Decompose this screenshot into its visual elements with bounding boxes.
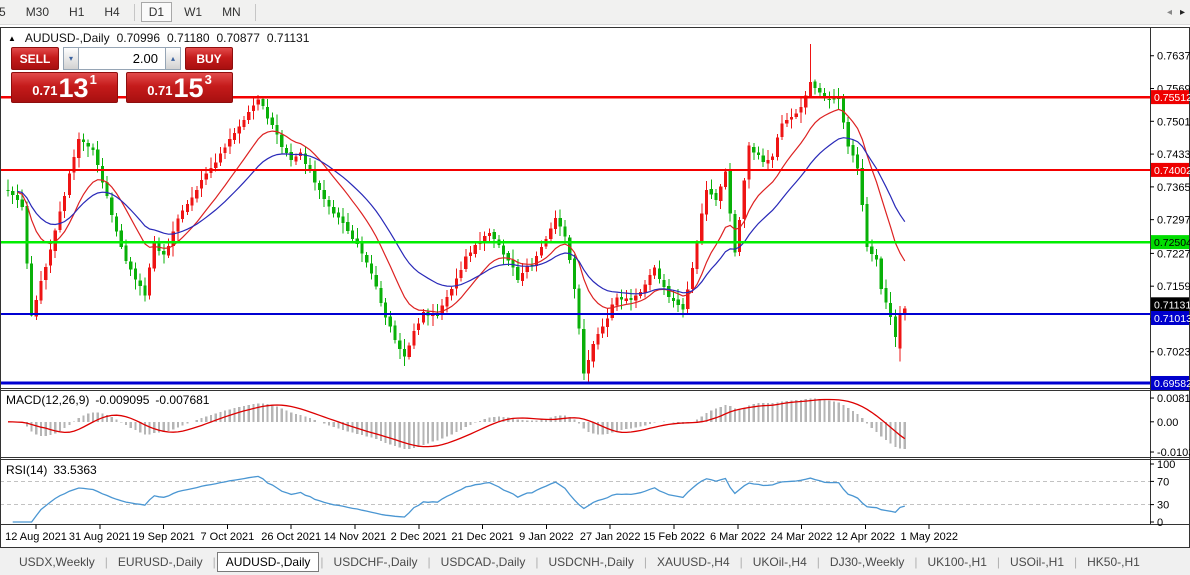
volume-increase-button[interactable]: ▴ <box>165 47 181 70</box>
svg-text:0.71131: 0.71131 <box>1154 299 1190 311</box>
tab-uk100-h1[interactable]: UK100-,H1 <box>919 552 996 572</box>
sell-price-prefix: 0.71 <box>32 83 58 98</box>
svg-text:12 Apr 2022: 12 Apr 2022 <box>836 531 895 543</box>
svg-text:15 Feb 2022: 15 Feb 2022 <box>643 531 705 543</box>
volume-input[interactable] <box>79 47 165 70</box>
sell-price-pip: 1 <box>89 72 97 87</box>
svg-text:21 Dec 2021: 21 Dec 2021 <box>451 531 513 543</box>
svg-text:0.69582: 0.69582 <box>1154 378 1190 390</box>
svg-text:24 Mar 2022: 24 Mar 2022 <box>771 531 833 543</box>
sell-button[interactable]: SELL <box>11 47 59 70</box>
tab-hk50-h1[interactable]: HK50-,H1 <box>1078 552 1149 572</box>
svg-text:30: 30 <box>1157 500 1169 512</box>
svg-text:14 Nov 2021: 14 Nov 2021 <box>324 531 386 543</box>
svg-text:0.72970: 0.72970 <box>1157 215 1190 227</box>
svg-text:0.71590: 0.71590 <box>1157 281 1190 293</box>
svg-text:27 Jan 2022: 27 Jan 2022 <box>580 531 641 543</box>
svg-text:12 Aug 2021: 12 Aug 2021 <box>5 531 67 543</box>
rsi-value: 33.5363 <box>53 463 97 477</box>
tab-scroll-controls: ◂ ▸ <box>1167 7 1185 18</box>
svg-text:31 Aug 2021: 31 Aug 2021 <box>69 531 131 543</box>
tab-xauusd-h4[interactable]: XAUUSD-,H4 <box>648 552 739 572</box>
buy-price-box[interactable]: 0.71 15 3 <box>126 72 233 103</box>
rsi-label: RSI(14) 33.5363 <box>6 463 97 477</box>
tab-scroll-right-icon[interactable]: ▸ <box>1180 7 1185 18</box>
svg-text:0.00: 0.00 <box>1157 417 1178 429</box>
buy-price-prefix: 0.71 <box>147 83 173 98</box>
tab-usdx-weekly[interactable]: USDX,Weekly <box>10 552 104 572</box>
svg-text:0.76370: 0.76370 <box>1157 51 1190 63</box>
buy-price-pip: 3 <box>204 72 212 87</box>
svg-text:0.75010: 0.75010 <box>1157 116 1190 128</box>
chart-symbol-label: AUDUSD-,Daily <box>24 31 110 45</box>
buy-button[interactable]: BUY <box>185 47 233 70</box>
svg-text:-0.01031: -0.01031 <box>1157 447 1190 459</box>
svg-text:0.74002: 0.74002 <box>1154 165 1190 177</box>
tab-audusd-daily[interactable]: AUDUSD-,Daily <box>216 551 320 572</box>
svg-text:0.72504: 0.72504 <box>1154 237 1190 249</box>
macd-label: MACD(12,26,9) -0.009095 -0.007681 <box>6 393 209 407</box>
ohlc-close: 0.71131 <box>266 31 310 45</box>
macd-name: MACD(12,26,9) <box>6 393 90 407</box>
svg-text:2 Dec 2021: 2 Dec 2021 <box>391 531 447 543</box>
tab-ukoil-h4[interactable]: UKOil-,H4 <box>744 552 816 572</box>
svg-text:9 Jan 2022: 9 Jan 2022 <box>519 531 573 543</box>
symbol-tabbar: USDX,Weekly | EURUSD-,Daily | AUDUSD-,Daily |… <box>0 548 1190 575</box>
one-click-trade-panel: SELL ▾ ▴ BUY 0.71 13 1 0.71 15 3 <box>11 47 233 103</box>
svg-text:6 Mar 2022: 6 Mar 2022 <box>710 531 766 543</box>
svg-text:0.72270: 0.72270 <box>1157 248 1190 260</box>
svg-text:0.70230: 0.70230 <box>1157 347 1190 359</box>
volume-decrease-button[interactable]: ▾ <box>63 47 79 70</box>
ohlc-low: 0.70877 <box>216 31 260 45</box>
collapse-arrow-icon[interactable]: ▲ <box>8 34 16 43</box>
buy-price-main: 15 <box>173 73 204 103</box>
svg-text:0.73650: 0.73650 <box>1157 182 1190 194</box>
ohlc-high: 0.71180 <box>167 31 210 45</box>
svg-text:0: 0 <box>1157 517 1163 529</box>
svg-text:100: 100 <box>1157 459 1175 471</box>
svg-text:0.71013: 0.71013 <box>1154 313 1190 325</box>
tab-scroll-left-icon[interactable]: ◂ <box>1167 7 1172 18</box>
tab-usoil-h1[interactable]: USOil-,H1 <box>1001 552 1073 572</box>
svg-text:26 Oct 2021: 26 Oct 2021 <box>261 531 321 543</box>
svg-text:19 Sep 2021: 19 Sep 2021 <box>132 531 194 543</box>
svg-text:0.74330: 0.74330 <box>1157 149 1190 161</box>
svg-text:0.75512: 0.75512 <box>1154 92 1190 104</box>
chart-title: ▲ AUDUSD-,Daily 0.70996 0.71180 0.70877 … <box>8 31 309 45</box>
tab-usdchf-daily[interactable]: USDCHF-,Daily <box>325 552 427 572</box>
tab-dj30-weekly[interactable]: DJ30-,Weekly <box>821 552 913 572</box>
svg-text:0.00811: 0.00811 <box>1157 393 1190 405</box>
macd-value-signal: -0.007681 <box>155 393 210 407</box>
macd-value-main: -0.009095 <box>95 393 150 407</box>
svg-text:7 Oct 2021: 7 Oct 2021 <box>200 531 254 543</box>
rsi-name: RSI(14) <box>6 463 48 477</box>
sell-price-main: 13 <box>58 73 89 103</box>
tab-usdcnh-daily[interactable]: USDCNH-,Daily <box>539 552 642 572</box>
tab-eurusd-daily[interactable]: EURUSD-,Daily <box>109 552 212 572</box>
ohlc-open: 0.70996 <box>116 31 160 45</box>
trading-platform-window: 5M30H1H4D1W1MN 0.763700.756900.750100.74… <box>0 0 1190 575</box>
svg-text:70: 70 <box>1157 476 1169 488</box>
sell-price-box[interactable]: 0.71 13 1 <box>11 72 118 103</box>
svg-text:1 May 2022: 1 May 2022 <box>900 531 957 543</box>
tab-usdcad-daily[interactable]: USDCAD-,Daily <box>432 552 535 572</box>
